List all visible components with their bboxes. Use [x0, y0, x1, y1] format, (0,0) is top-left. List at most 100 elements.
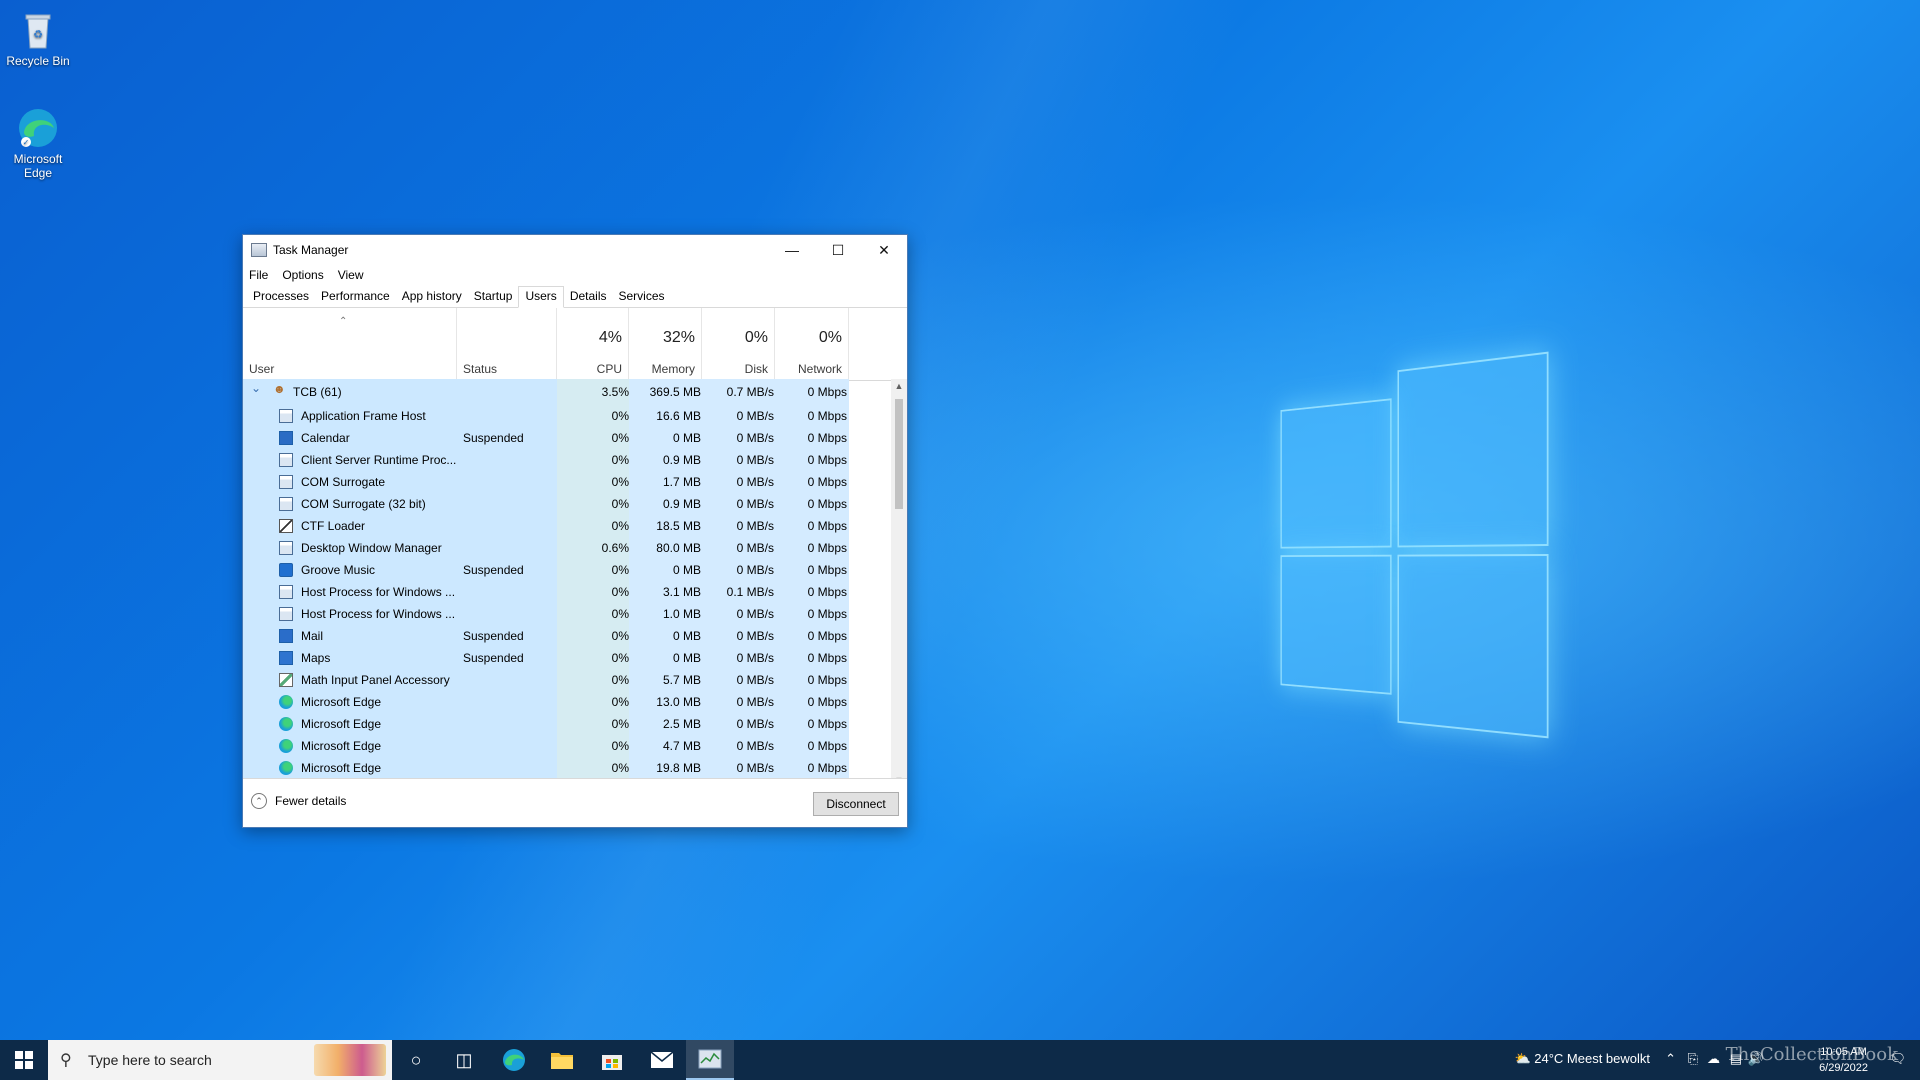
process-row[interactable]: Math Input Panel Accessory 0% 5.7 MB 0 MB/s… — [243, 669, 849, 691]
column-disk-label: Disk — [745, 362, 768, 376]
scroll-up-icon[interactable]: ▲ — [891, 381, 907, 391]
process-cpu: 0% — [612, 673, 629, 687]
fewer-details-button[interactable]: ⌃ Fewer details — [251, 793, 346, 809]
column-user[interactable]: ⌃ User — [243, 308, 457, 380]
process-network: 0 Mbps — [808, 409, 847, 423]
column-user-label: User — [249, 362, 274, 376]
desktop-icon-recycle-bin[interactable]: ♻ Recycle Bin — [0, 8, 76, 68]
column-cpu[interactable]: 4% CPU — [557, 308, 629, 380]
edge-icon — [279, 717, 293, 731]
recycle-bin-icon: ♻ — [16, 8, 60, 52]
process-disk: 0 MB/s — [737, 409, 774, 423]
taskbar-file-explorer[interactable] — [538, 1040, 586, 1080]
weather-widget[interactable]: ⛅ 24°C Meest bewolkt — [1514, 1051, 1650, 1067]
taskbar-search-box[interactable]: ⚲ Type here to search — [48, 1040, 392, 1080]
tab-details[interactable]: Details — [564, 286, 613, 307]
process-status: Suspended — [463, 431, 524, 445]
keyboard-icon[interactable]: ⎘ — [1688, 1051, 1698, 1067]
process-name: Math Input Panel Accessory — [301, 673, 450, 687]
tab-performance[interactable]: Performance — [315, 286, 396, 307]
process-row[interactable]: Groove Music Suspended 0% 0 MB 0 MB/s 0 Mbps — [243, 559, 849, 581]
maximize-button[interactable]: ☐ — [815, 235, 861, 265]
search-icon: ⚲ — [60, 1050, 72, 1070]
process-row[interactable]: CTF Loader 0% 18.5 MB 0 MB/s 0 Mbps — [243, 515, 849, 537]
column-memory[interactable]: 32% Memory — [629, 308, 702, 380]
taskbar-edge[interactable] — [490, 1040, 538, 1080]
menu-options[interactable]: Options — [282, 268, 323, 282]
process-status: Suspended — [463, 563, 524, 577]
process-row[interactable]: Host Process for Windows ... 0% 1.0 MB 0 MB… — [243, 603, 849, 625]
user-cpu: 3.5% — [602, 385, 629, 399]
process-network: 0 Mbps — [808, 563, 847, 577]
process-row[interactable]: Microsoft Edge 0% 2.5 MB 0 MB/s 0 Mbps — [243, 713, 849, 735]
menu-view[interactable]: View — [338, 268, 364, 282]
scroll-thumb[interactable] — [895, 399, 903, 509]
process-row[interactable]: Application Frame Host 0% 16.6 MB 0 MB/s 0 M… — [243, 405, 849, 427]
process-disk: 0 MB/s — [737, 519, 774, 533]
process-name: Microsoft Edge — [301, 761, 381, 775]
column-status[interactable]: Status — [457, 308, 557, 380]
process-disk: 0 MB/s — [737, 475, 774, 489]
process-row[interactable]: COM Surrogate (32 bit) 0% 0.9 MB 0 MB/s 0 Mb… — [243, 493, 849, 515]
taskbar-mail[interactable] — [638, 1040, 686, 1080]
search-placeholder: Type here to search — [88, 1052, 212, 1068]
process-memory: 13.0 MB — [656, 695, 701, 709]
start-button[interactable] — [0, 1040, 48, 1080]
column-disk[interactable]: 0% Disk — [702, 308, 775, 380]
process-memory: 80.0 MB — [656, 541, 701, 555]
sort-up-icon: ⌃ — [339, 316, 347, 327]
process-memory: 0 MB — [673, 651, 701, 665]
process-memory: 0.9 MB — [663, 453, 701, 467]
process-row[interactable]: Mail Suspended 0% 0 MB 0 MB/s 0 Mbps — [243, 625, 849, 647]
taskbar-store[interactable] — [588, 1040, 636, 1080]
chevron-down-icon[interactable]: ⌄ — [251, 381, 261, 395]
process-row[interactable]: Desktop Window Manager 0.6% 80.0 MB 0 MB/s 0… — [243, 537, 849, 559]
process-row[interactable]: Calendar Suspended 0% 0 MB 0 MB/s 0 Mbps — [243, 427, 849, 449]
svg-text:✓: ✓ — [23, 138, 30, 147]
cortana-circle-icon: ○ — [411, 1050, 422, 1071]
user-process-list: ⌄ ☻ TCB (61) 3.5% 369.5 MB 0.7 MB/s 0 Mb… — [243, 379, 849, 787]
minimize-button[interactable]: — — [769, 235, 815, 265]
process-row[interactable]: Microsoft Edge 0% 4.7 MB 0 MB/s 0 Mbps — [243, 735, 849, 757]
task-view-button[interactable]: ◫ — [440, 1040, 488, 1080]
process-disk: 0 MB/s — [737, 739, 774, 753]
menu-file[interactable]: File — [249, 268, 268, 282]
disconnect-button[interactable]: Disconnect — [813, 792, 899, 816]
title-bar[interactable]: Task Manager — ☐ ✕ — [243, 235, 907, 265]
process-row[interactable]: Microsoft Edge 0% 19.8 MB 0 MB/s 0 Mbps — [243, 757, 849, 779]
chevron-up-circle-icon: ⌃ — [251, 793, 267, 809]
chevron-up-icon[interactable]: ⌃ — [1665, 1051, 1676, 1067]
tab-app-history[interactable]: App history — [396, 286, 468, 307]
process-memory: 19.8 MB — [656, 761, 701, 775]
cortana-button[interactable]: ○ — [392, 1040, 440, 1080]
process-disk: 0 MB/s — [737, 453, 774, 467]
vertical-scrollbar[interactable]: ▲ ▼ — [891, 379, 907, 787]
tab-services[interactable]: Services — [613, 286, 671, 307]
tab-users[interactable]: Users — [518, 286, 563, 308]
process-memory: 3.1 MB — [663, 585, 701, 599]
process-row[interactable]: Client Server Runtime Proc... 0% 0.9 MB 0 M… — [243, 449, 849, 471]
process-row[interactable]: Maps Suspended 0% 0 MB 0 MB/s 0 Mbps — [243, 647, 849, 669]
user-row[interactable]: ⌄ ☻ TCB (61) 3.5% 369.5 MB 0.7 MB/s 0 Mb… — [243, 379, 849, 405]
column-network[interactable]: 0% Network — [775, 308, 849, 380]
tab-startup[interactable]: Startup — [468, 286, 519, 307]
taskbar-task-manager[interactable] — [686, 1040, 734, 1080]
app-window-icon — [279, 453, 293, 467]
tab-processes[interactable]: Processes — [247, 286, 315, 307]
column-memory-label: Memory — [652, 362, 695, 376]
windows-logo-wallpaper — [1281, 382, 1545, 742]
process-row[interactable]: COM Surrogate 0% 1.7 MB 0 MB/s 0 Mbps — [243, 471, 849, 493]
column-headers: ⌃ User Status 4% CPU 32% Memory 0% Disk … — [243, 308, 907, 381]
app-window-icon — [279, 607, 293, 621]
process-cpu: 0% — [612, 695, 629, 709]
desktop-icon-microsoft-edge[interactable]: ✓ Microsoft Edge — [0, 106, 76, 180]
close-button[interactable]: ✕ — [861, 235, 907, 265]
process-status: Suspended — [463, 651, 524, 665]
onedrive-cloud-icon[interactable]: ☁ — [1707, 1051, 1720, 1067]
process-disk: 0 MB/s — [737, 651, 774, 665]
process-memory: 0 MB — [673, 431, 701, 445]
process-row[interactable]: Microsoft Edge 0% 13.0 MB 0 MB/s 0 Mbps — [243, 691, 849, 713]
process-row[interactable]: Host Process for Windows ... 0% 3.1 MB 0.1 … — [243, 581, 849, 603]
process-network: 0 Mbps — [808, 673, 847, 687]
task-manager-window: Task Manager — ☐ ✕ File Options View Pro… — [242, 234, 908, 828]
